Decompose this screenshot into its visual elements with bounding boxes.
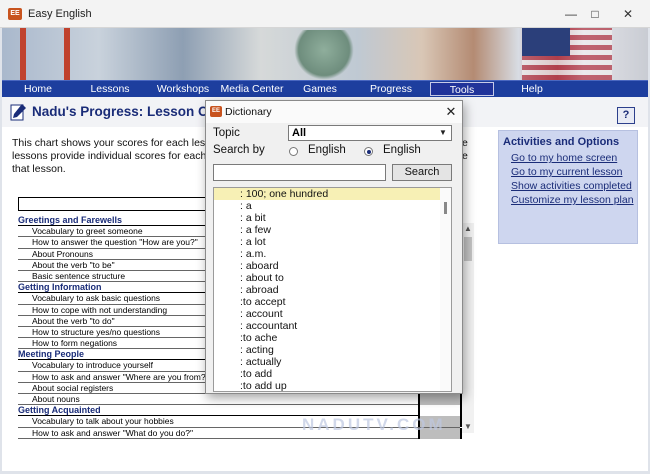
- topic-select[interactable]: All ▼: [288, 125, 452, 141]
- app-logo-icon: EE: [210, 106, 222, 117]
- minimize-icon[interactable]: —: [560, 4, 582, 24]
- word-list-item[interactable]: : accountant: [214, 320, 440, 332]
- chart-row-label: About social registers: [32, 382, 114, 393]
- chart-row-label: Getting Information: [18, 282, 102, 293]
- radio-english-1-label: English: [308, 144, 346, 156]
- scroll-thumb[interactable]: [464, 237, 472, 261]
- chart-row-label: About Pronouns: [32, 248, 93, 259]
- word-list-item[interactable]: : a few: [214, 224, 440, 236]
- close-icon[interactable]: ✕: [617, 4, 639, 24]
- radio-english-2[interactable]: [364, 147, 373, 156]
- word-list-item[interactable]: : actually: [214, 356, 440, 368]
- topic-label: Topic: [213, 127, 240, 139]
- chart-row-label: Basic sentence structure: [32, 270, 126, 281]
- app-logo-icon: EE: [8, 8, 22, 20]
- chart-row-label: Vocabulary to ask basic questions: [32, 293, 161, 304]
- score-cell: [418, 394, 462, 405]
- word-list-item[interactable]: : account: [214, 308, 440, 320]
- nav-lessons[interactable]: Lessons: [74, 82, 146, 96]
- nav-workshops[interactable]: Workshops: [146, 82, 220, 96]
- scroll-thumb[interactable]: [444, 202, 447, 214]
- header-banner: [2, 28, 648, 80]
- activities-panel: Activities and Options Go to my home scr…: [498, 130, 638, 244]
- dictionary-dialog: EE Dictionary ✕ Topic All ▼ Search by En…: [205, 100, 463, 394]
- chart-row-label: Greetings and Farewells: [18, 215, 123, 225]
- dialog-titlebar: EE Dictionary ✕: [206, 101, 462, 123]
- activities-title: Activities and Options: [503, 136, 620, 148]
- pen-icon: [10, 104, 26, 121]
- help-button[interactable]: ?: [617, 107, 635, 124]
- word-list[interactable]: :to add up:to add: actually: acting:to a…: [213, 187, 452, 392]
- watermark: NADUTV.COM: [302, 415, 446, 434]
- chart-row-label: How to cope with not understanding: [32, 304, 168, 315]
- word-list-item[interactable]: : about to: [214, 272, 440, 284]
- radio-english-2-label: English: [383, 144, 421, 156]
- chart-row-label: Meeting People: [18, 349, 85, 360]
- word-list-item[interactable]: :to add: [214, 368, 440, 380]
- chart-item-row: About nouns: [18, 394, 462, 406]
- link-customize-plan[interactable]: Customize my lesson plan: [511, 194, 634, 206]
- nav-media-center[interactable]: Media Center: [214, 82, 290, 96]
- word-list-item[interactable]: : aboard: [214, 260, 440, 272]
- topic-value: All: [292, 127, 307, 139]
- nav-tools[interactable]: Tools: [430, 82, 494, 96]
- search-button[interactable]: Search: [392, 164, 452, 181]
- link-current-lesson[interactable]: Go to my current lesson: [511, 166, 622, 178]
- scroll-down-icon[interactable]: ▼: [462, 421, 474, 433]
- nav-help[interactable]: Help: [498, 82, 566, 96]
- word-list-item[interactable]: : a: [214, 200, 440, 212]
- chart-row-label: Vocabulary to greet someone: [32, 226, 143, 237]
- chart-scrollbar[interactable]: ▲ ▼: [462, 223, 474, 433]
- word-list-item[interactable]: : a lot: [214, 236, 440, 248]
- chevron-down-icon[interactable]: ▼: [437, 127, 449, 139]
- chart-row-label: How to form negations: [32, 338, 118, 349]
- chart-row-label: About the verb "to do": [32, 315, 115, 326]
- word-list-item[interactable]: :to accept: [214, 296, 440, 308]
- link-home-screen[interactable]: Go to my home screen: [511, 152, 617, 164]
- window-titlebar: EE Easy English — □ ✕: [0, 0, 650, 28]
- word-list-item[interactable]: : acting: [214, 344, 440, 356]
- dialog-title: Dictionary: [225, 106, 272, 118]
- word-list-item[interactable]: : a bit: [214, 212, 440, 224]
- nav-games[interactable]: Games: [286, 82, 354, 96]
- search-input[interactable]: [213, 164, 386, 181]
- banner-statue-image: [294, 30, 354, 80]
- link-activities-completed[interactable]: Show activities completed: [511, 180, 632, 192]
- chart-row-label: How to answer the question "How are you?…: [32, 237, 198, 248]
- radio-english-1[interactable]: [289, 147, 298, 156]
- chart-row-label: About nouns: [32, 394, 80, 404]
- word-list-item[interactable]: :to ache: [214, 332, 440, 344]
- chart-row-label: About the verb "to be": [32, 259, 115, 270]
- banner-flag-stars: [522, 28, 570, 56]
- page-title: Nadu's Progress: Lesson Ob: [32, 104, 217, 119]
- banner-bridge-tower: [20, 28, 26, 80]
- chart-row-label: How to ask and answer "What do you do?": [32, 427, 194, 438]
- main-nav: Home Lessons Workshops Media Center Game…: [2, 80, 648, 97]
- maximize-icon[interactable]: □: [584, 4, 606, 24]
- chart-row-label: Getting Acquainted: [18, 405, 101, 416]
- banner-bridge-tower: [64, 28, 70, 80]
- nav-home[interactable]: Home: [2, 82, 74, 96]
- word-list-item[interactable]: :to add up: [214, 380, 440, 391]
- search-by-label: Search by: [213, 144, 265, 156]
- window-title: Easy English: [28, 8, 92, 20]
- word-list-scrollbar[interactable]: [440, 188, 451, 391]
- chart-row-label: How to structure yes/no questions: [32, 326, 161, 337]
- scroll-up-icon[interactable]: ▲: [462, 223, 474, 235]
- chart-row-label: How to ask and answer "Where are you fro…: [32, 371, 209, 382]
- close-icon[interactable]: ✕: [442, 103, 460, 121]
- word-list-item[interactable]: : 100; one hundred: [214, 188, 440, 200]
- word-list-item[interactable]: : abroad: [214, 284, 440, 296]
- chart-row-label: Vocabulary to talk about your hobbies: [32, 416, 174, 427]
- chart-row-label: Vocabulary to introduce yourself: [32, 360, 153, 371]
- word-list-item[interactable]: : a.m.: [214, 248, 440, 260]
- nav-progress[interactable]: Progress: [356, 82, 426, 96]
